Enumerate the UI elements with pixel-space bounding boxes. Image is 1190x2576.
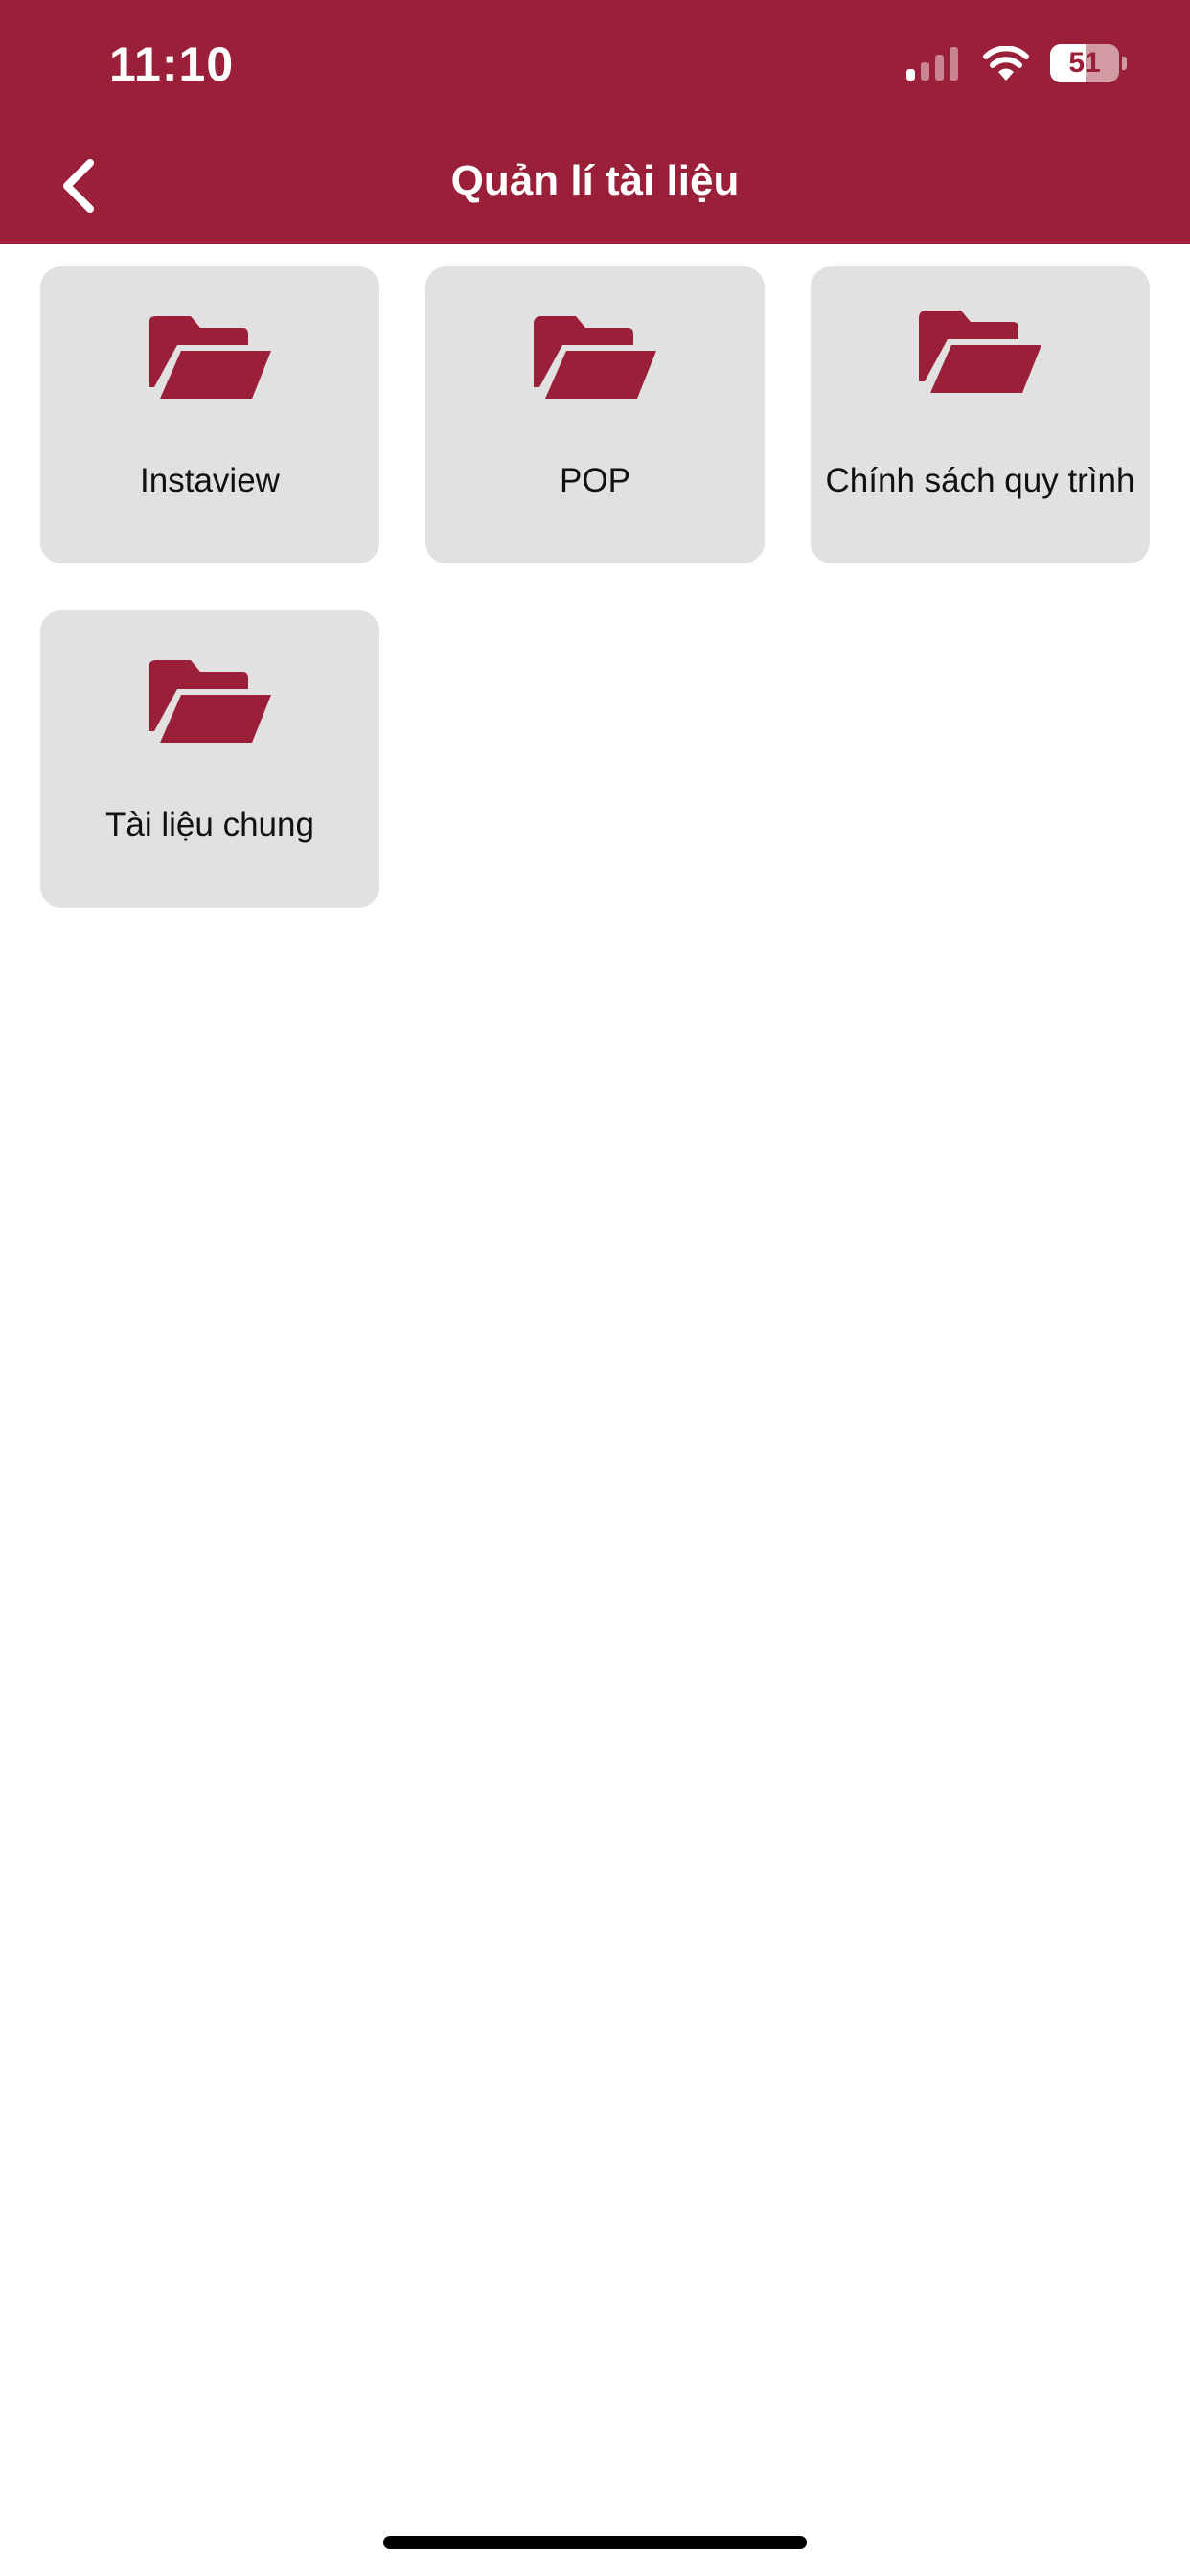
folder-card-chinh-sach-quy-trinh[interactable]: Chính sách quy trình	[811, 266, 1150, 564]
chevron-left-icon	[63, 159, 94, 213]
status-icons: 51	[901, 42, 1127, 84]
back-button[interactable]	[50, 150, 107, 222]
status-time: 11:10	[109, 37, 235, 91]
folder-open-icon	[534, 316, 656, 399]
app-header: 11:10 51 Quản lí tài liệu	[0, 0, 1190, 244]
folder-label: POP	[560, 461, 630, 499]
battery-level: 51	[1068, 47, 1101, 79]
folder-label: Tài liệu chung	[105, 805, 314, 843]
folder-card-pop[interactable]: POP	[425, 266, 765, 564]
folder-label: Chính sách quy trình	[825, 461, 1135, 499]
folder-card-instaview[interactable]: Instaview	[40, 266, 379, 564]
folder-open-icon	[149, 660, 271, 743]
folder-label: Instaview	[140, 461, 280, 499]
folder-open-icon	[919, 310, 1041, 393]
home-indicator[interactable]	[383, 2536, 807, 2549]
folder-card-tai-lieu-chung[interactable]: Tài liệu chung	[40, 610, 379, 908]
cellular-signal-icon	[901, 46, 958, 80]
battery-tip	[1122, 57, 1127, 70]
page-title: Quản lí tài liệu	[450, 157, 740, 204]
wifi-icon	[983, 46, 1029, 80]
battery-icon: 51	[1050, 44, 1119, 82]
folder-open-icon	[149, 316, 271, 399]
